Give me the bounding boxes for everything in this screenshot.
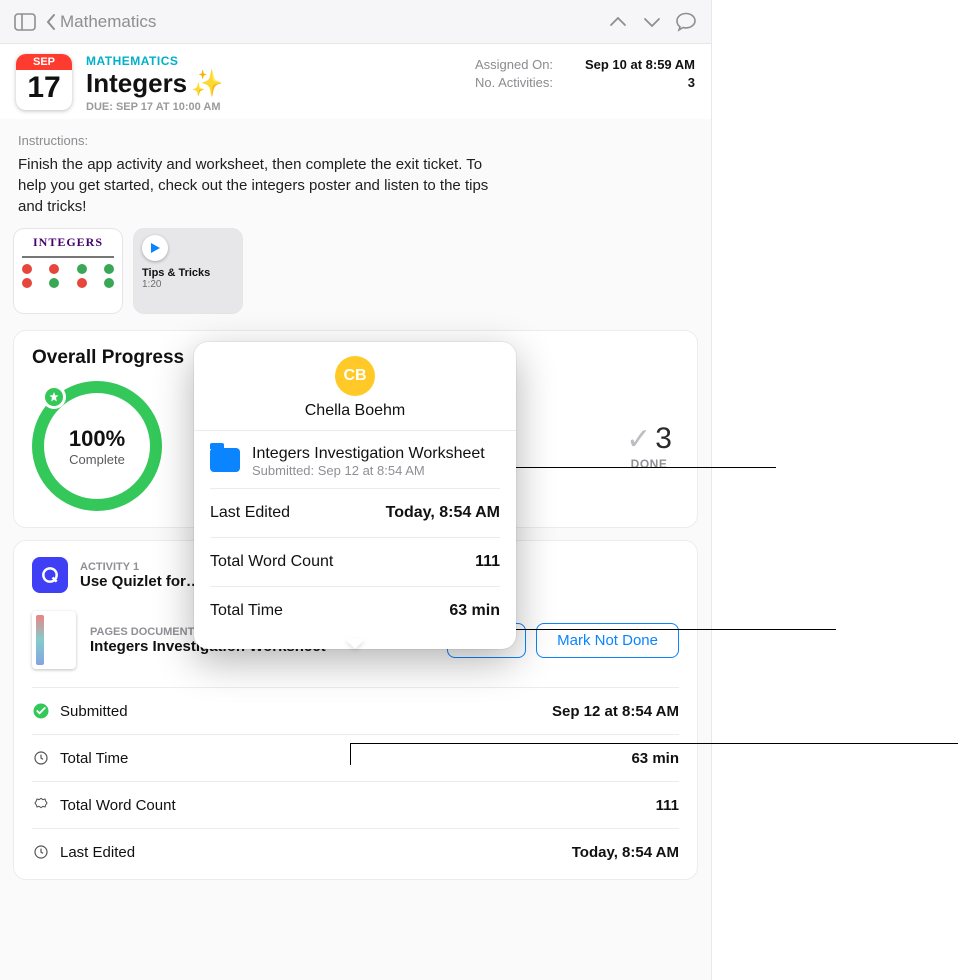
submitted-label: Submitted <box>60 703 128 720</box>
audio-title: Tips & Tricks <box>142 267 234 279</box>
row-submitted: Submitted Sep 12 at 8:54 AM <box>32 688 679 735</box>
assignment-header: SEP 17 MATHEMATICS Integers ✨ DUE: SEP 1… <box>0 44 711 119</box>
submitted-value: Sep 12 at 8:54 AM <box>552 703 679 720</box>
clock-icon <box>32 843 50 861</box>
document-thumbnail-icon[interactable] <box>32 611 76 669</box>
calendar-month: SEP <box>16 54 72 70</box>
activity-overline: ACTIVITY 1 <box>80 561 201 573</box>
calendar-icon: SEP 17 <box>16 54 72 110</box>
play-icon <box>142 235 168 261</box>
assigned-on-label: Assigned On: <box>475 57 553 72</box>
back-label: Mathematics <box>60 12 156 32</box>
page-title: Integers ✨ <box>86 68 461 99</box>
activity-title: Use Quizlet for… <box>80 573 201 590</box>
student-name: Chella Boehm <box>194 402 516 420</box>
stat-done: ✓3 DONE <box>619 422 679 471</box>
app-window: Mathematics SEP 17 MATHEMATICS Integers … <box>0 0 712 980</box>
popover-row-word-count: Total Word Count 111 <box>210 537 500 586</box>
word-count-value: 111 <box>656 797 679 814</box>
sparkle-icon: ✨ <box>191 68 223 99</box>
callout-line <box>350 743 958 744</box>
total-time-value: 63 min <box>631 750 679 767</box>
popover-row-last-edited: Last Edited Today, 8:54 AM <box>210 488 500 537</box>
progress-ring: 100% Complete <box>32 381 162 511</box>
due-label: DUE: SEP 17 AT 10:00 AM <box>86 101 461 113</box>
po-word-label: Total Word Count <box>210 553 333 571</box>
category-label: MATHEMATICS <box>86 54 461 68</box>
check-circle-icon <box>32 702 50 720</box>
back-button[interactable]: Mathematics <box>46 12 156 32</box>
attachments-row: INTEGERS Tips & Tricks 1:20 <box>0 229 711 331</box>
activities-count-label: No. Activities: <box>475 75 553 90</box>
popover-file-subtitle: Submitted: Sep 12 at 8:54 AM <box>252 463 485 478</box>
po-last-edited-value: Today, 8:54 AM <box>386 504 500 522</box>
toolbar: Mathematics <box>0 0 711 44</box>
po-word-value: 111 <box>475 553 500 571</box>
last-edited-value: Today, 8:54 AM <box>572 844 679 861</box>
progress-percent: 100% <box>69 426 125 452</box>
total-time-label: Total Time <box>60 750 128 767</box>
chat-icon[interactable] <box>673 9 699 35</box>
po-time-value: 63 min <box>449 602 500 620</box>
mark-not-done-button[interactable]: Mark Not Done <box>536 623 679 658</box>
callout-line <box>350 743 351 765</box>
title-text: Integers <box>86 68 187 99</box>
assignment-meta: Assigned On: Sep 10 at 8:59 AM No. Activi… <box>475 54 695 113</box>
popover-file-title: Integers Investigation Worksheet <box>252 445 485 463</box>
assigned-on-value: Sep 10 at 8:59 AM <box>585 57 695 72</box>
po-last-edited-label: Last Edited <box>210 504 290 522</box>
progress-complete-label: Complete <box>69 452 125 467</box>
chevron-up-icon[interactable] <box>605 9 631 35</box>
badge-icon <box>32 796 50 814</box>
word-count-label: Total Word Count <box>60 797 176 814</box>
student-progress-popover: CB Chella Boehm Integers Investigation W… <box>194 342 516 649</box>
checkmark-icon: ✓ <box>626 422 651 457</box>
attachment-poster[interactable]: INTEGERS <box>14 229 122 313</box>
popover-file-row[interactable]: Integers Investigation Worksheet Submitt… <box>194 431 516 488</box>
row-word-count: Total Word Count 111 <box>32 782 679 829</box>
document-details-list: Submitted Sep 12 at 8:54 AM Total Time 6… <box>32 687 679 875</box>
poster-title: INTEGERS <box>22 235 114 250</box>
chevron-down-icon[interactable] <box>639 9 665 35</box>
callout-line <box>516 467 776 468</box>
folder-icon <box>210 448 240 472</box>
audio-duration: 1:20 <box>142 279 234 290</box>
last-edited-label: Last Edited <box>60 844 135 861</box>
activities-count-value: 3 <box>688 75 695 90</box>
instructions-text: Finish the app activity and worksheet, t… <box>0 154 520 229</box>
calendar-day: 17 <box>27 70 60 106</box>
callout-line <box>516 629 836 630</box>
instructions-heading: Instructions: <box>0 119 711 154</box>
star-badge-icon <box>42 385 66 409</box>
quizlet-icon <box>32 557 68 593</box>
avatar: CB <box>335 356 375 396</box>
row-last-edited: Last Edited Today, 8:54 AM <box>32 829 679 875</box>
popover-row-total-time: Total Time 63 min <box>210 586 500 635</box>
stat-done-number: 3 <box>655 422 672 456</box>
stat-done-label: DONE <box>619 457 679 471</box>
clock-icon <box>32 749 50 767</box>
attachment-audio[interactable]: Tips & Tricks 1:20 <box>134 229 242 313</box>
chevron-left-icon <box>46 13 56 31</box>
sidebar-toggle-icon[interactable] <box>12 9 38 35</box>
po-time-label: Total Time <box>210 602 283 620</box>
